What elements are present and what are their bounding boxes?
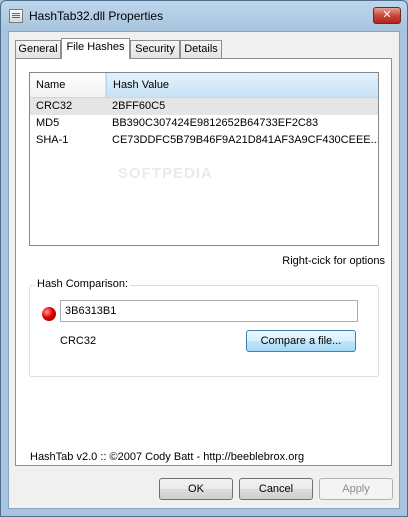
tab-file-hashes[interactable]: File Hashes [61,38,130,59]
hash-comparison-label: Hash Comparison: [35,278,131,290]
title-bar[interactable]: HashTab32.dll Properties ✕ [1,1,407,31]
dialog-client: General File Hashes Security Details Nam… [8,31,400,509]
about-text: HashTab v2.0 :: ©2007 Cody Batt - http:/… [30,451,305,463]
column-header-hash-value[interactable]: Hash Value [106,73,378,97]
hash-name: SHA-1 [36,134,69,146]
cancel-button[interactable]: Cancel [239,478,313,500]
matched-algorithm: CRC32 [60,335,97,347]
compare-file-button[interactable]: Compare a file... [246,330,356,352]
close-button[interactable]: ✕ [373,7,401,24]
hash-value: 2BFF60C5 [112,100,166,112]
document-icon [9,9,23,23]
properties-window: HashTab32.dll Properties ✕ General File … [0,0,408,517]
hash-name: MD5 [36,117,60,129]
column-header-name[interactable]: Name [30,73,106,97]
apply-button[interactable]: Apply [319,478,393,500]
hash-list[interactable]: Name Hash Value CRC32 2BFF60C5 MD5 BB390… [29,72,379,246]
hash-name: CRC32 [36,100,73,112]
window-title: HashTab32.dll Properties [29,9,164,23]
table-row[interactable]: CRC32 2BFF60C5 [30,98,378,115]
ok-button[interactable]: OK [159,478,233,500]
hash-comparison-group: Hash Comparison: 3B6313B1 CRC32 Compare … [29,278,379,377]
hash-value: CE73DDFC5B79B46F9A21D841AF3A9CF430CEEE..… [112,134,379,146]
hash-value: BB390C307424E9812652B64733EF2C83 [112,117,319,129]
options-hint: Right-cick for options [282,255,385,267]
tab-security[interactable]: Security [130,40,180,58]
mismatch-status-icon [42,307,56,321]
file-hashes-panel: Name Hash Value CRC32 2BFF60C5 MD5 BB390… [15,58,392,466]
list-header: Name Hash Value [30,73,378,98]
table-row[interactable]: MD5 BB390C307424E9812652B64733EF2C83 [30,115,378,132]
tab-details[interactable]: Details [180,40,222,58]
table-row[interactable]: SHA-1 CE73DDFC5B79B46F9A21D841AF3A9CF430… [30,132,378,149]
watermark: SOFTPEDIA [118,165,213,182]
hash-comparison-input[interactable]: 3B6313B1 [60,300,358,322]
tab-general[interactable]: General [15,40,61,58]
